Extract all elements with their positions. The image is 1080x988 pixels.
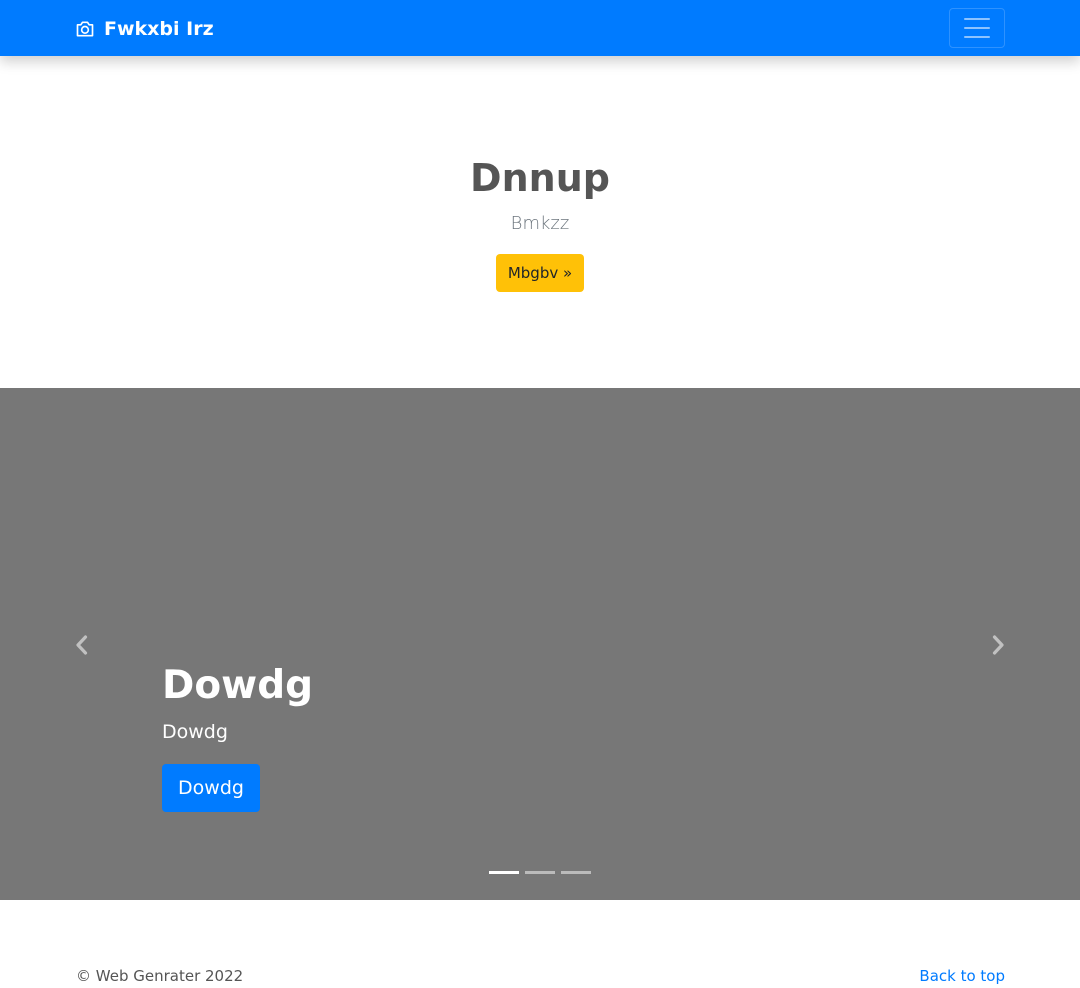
- footer-copyright: © Web Genrater 2022: [76, 967, 244, 985]
- hero-cta-button[interactable]: Mbgbv »: [496, 254, 584, 292]
- brand-link[interactable]: Fwkxbi Irz: [75, 17, 214, 41]
- carousel-prev-button[interactable]: [72, 634, 92, 656]
- brand-label: Fwkxbi Irz: [104, 18, 214, 40]
- carousel-caption-title: Dowdg: [162, 663, 314, 708]
- hamburger-menu-icon-line: [964, 27, 990, 29]
- chevron-right-icon: [992, 635, 1004, 655]
- carousel: Dowdg Dowdg Dowdg: [0, 388, 1080, 900]
- carousel-caption-button[interactable]: Dowdg: [162, 764, 260, 812]
- navbar-toggler-button[interactable]: [949, 8, 1005, 48]
- camera-icon: [76, 21, 94, 37]
- carousel-indicator-2[interactable]: [525, 871, 555, 874]
- navbar: Fwkxbi Irz: [0, 0, 1080, 56]
- hero-subtitle: Bmkzz: [510, 213, 570, 234]
- hero-title: Dnnup: [470, 156, 610, 200]
- carousel-caption-text: Dowdg: [162, 721, 228, 743]
- hamburger-menu-icon: [964, 18, 990, 20]
- chevron-left-icon: [76, 635, 88, 655]
- carousel-next-button[interactable]: [988, 634, 1008, 656]
- hamburger-menu-icon-line: [964, 36, 990, 38]
- carousel-indicator-1[interactable]: [489, 871, 519, 874]
- carousel-indicators: [489, 871, 591, 874]
- back-to-top-link[interactable]: Back to top: [919, 966, 1005, 986]
- carousel-indicator-3[interactable]: [561, 871, 591, 874]
